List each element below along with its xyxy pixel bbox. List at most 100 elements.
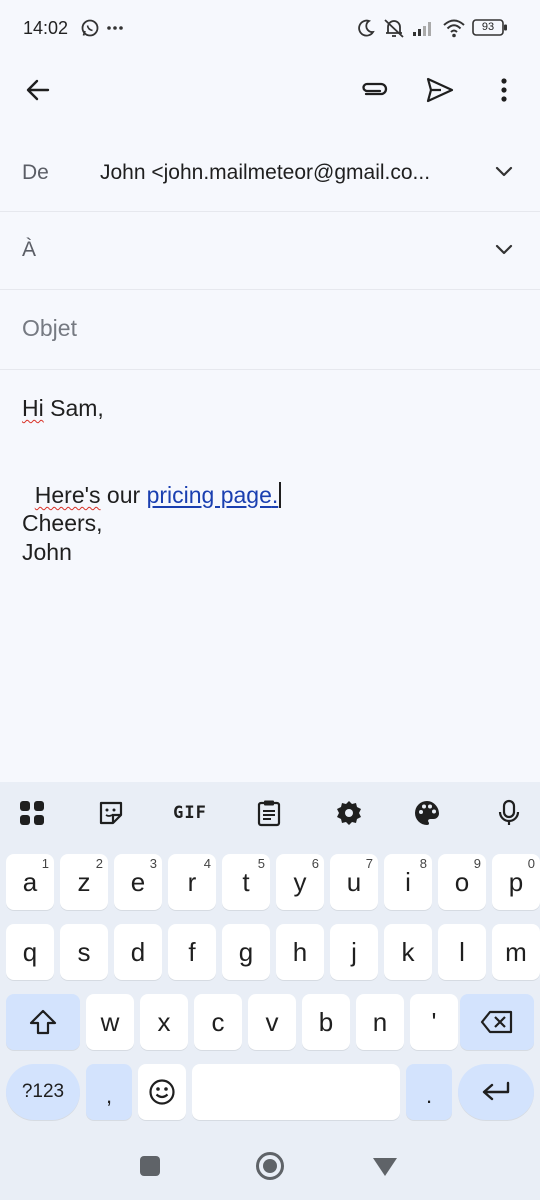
key-o[interactable]: o9 [438,854,486,910]
whatsapp-icon [80,18,100,43]
more-options-button[interactable] [480,66,528,114]
key-hint: 7 [365,856,373,871]
key-u[interactable]: u7 [330,854,378,910]
key-j[interactable]: j [330,924,378,980]
status-bar: 14:02 93 [0,0,540,58]
key-x[interactable]: x [140,994,188,1050]
recents-button[interactable] [140,1156,160,1176]
key-k[interactable]: k [384,924,432,980]
line2-mid: our [100,482,147,508]
space-bar[interactable] [192,1064,400,1120]
key-hint: 9 [473,856,481,871]
key-r[interactable]: r4 [168,854,216,910]
from-chevron-down-icon[interactable] [492,160,516,184]
key-label: y [293,866,307,897]
emoji-icon [149,1079,175,1105]
to-label: À [22,238,37,261]
key-c[interactable]: c [194,994,242,1050]
body-line-pricing[interactable]: Here's our pricing page. [22,452,282,510]
subject-field[interactable] [0,290,540,370]
key-hint: 0 [527,856,535,871]
key-g[interactable]: g [222,924,270,980]
comma-key[interactable]: , [86,1064,132,1120]
key-p[interactable]: p0 [492,854,540,910]
key-m[interactable]: m [492,924,540,980]
key-hint: 3 [149,856,157,871]
key-hint: 8 [419,856,427,871]
enter-icon [482,1081,510,1101]
key-y[interactable]: y6 [276,854,324,910]
key-i[interactable]: i8 [384,854,432,910]
from-value[interactable]: John <john.mailmeteor@gmail.co... [100,161,460,185]
key-hint: 1 [41,856,49,871]
key-hint: 6 [311,856,319,871]
link-period: . [271,482,279,508]
back-button[interactable] [14,66,62,114]
key-d[interactable]: d [114,924,162,980]
body-signature[interactable]: John [22,538,72,567]
emoji-key[interactable] [138,1064,186,1120]
period-label: . [425,1083,433,1108]
battery-level: 93 [481,21,495,33]
wifi-icon [442,17,466,44]
key-label: t [242,866,250,897]
key-label: u [346,866,362,897]
home-button[interactable] [256,1152,284,1180]
back-nav-button[interactable] [372,1156,398,1178]
key-hint: 5 [257,856,265,871]
backspace-key[interactable] [460,994,534,1050]
body-closing[interactable]: Cheers, [22,509,103,538]
key-h[interactable]: h [276,924,324,980]
key-s[interactable]: s [60,924,108,980]
key-label: o [454,866,470,897]
key-z[interactable]: z2 [60,854,108,910]
gif-icon[interactable]: GIF [170,798,210,828]
key-v[interactable]: v [248,994,296,1050]
top-app-bar [0,58,540,128]
period-key[interactable]: . [406,1064,452,1120]
attach-button[interactable] [350,66,398,114]
body-line-greeting[interactable]: Hi Sam, [22,394,104,423]
sticker-icon[interactable] [96,798,126,828]
key-w[interactable]: w [86,994,134,1050]
symbols-key[interactable]: ?123 [6,1064,80,1120]
greeting-rest: Sam, [43,395,104,421]
key-label: i [405,866,411,897]
shift-icon [29,1009,57,1035]
spellcheck-word: Hi [22,395,44,421]
moon-icon [356,18,376,43]
key-label: p [508,866,524,897]
key-q[interactable]: q [6,924,54,980]
key-f[interactable]: f [168,924,216,980]
enter-key[interactable] [458,1064,534,1120]
apps-grid-icon[interactable] [17,798,47,828]
settings-icon[interactable] [334,798,364,828]
key-label: e [130,866,146,897]
subject-placeholder: Objet [22,315,77,341]
paperclip-icon [362,82,388,96]
key-a[interactable]: a1 [6,854,54,910]
key-t[interactable]: t5 [222,854,270,910]
key-n[interactable]: n [356,994,404,1050]
clipboard-icon[interactable] [254,798,284,828]
comma-label: , [105,1083,113,1108]
key-e[interactable]: e3 [114,854,162,910]
to-chevron-down-icon[interactable] [492,238,516,262]
key-b[interactable]: b [302,994,350,1050]
to-row[interactable] [0,212,540,290]
home-dot [263,1159,277,1173]
status-time: 14:02 [23,18,69,38]
send-button[interactable] [416,66,464,114]
mic-icon[interactable] [494,798,524,828]
palette-icon[interactable] [412,798,442,828]
pricing-page-link[interactable]: pricing page [147,482,272,508]
key-label: a [22,866,38,897]
key-apostrophe[interactable]: ' [410,994,458,1050]
shift-key[interactable] [6,994,80,1050]
muted-bell-icon [382,17,406,44]
keyboard-toolbar: GIF [0,782,540,844]
soft-keyboard: GIF a1z2e3r4t5y6u7i8o9p0 qsdfghjklm wxcv… [0,782,540,1140]
text-cursor [279,482,282,508]
key-l[interactable]: l [438,924,486,980]
signal-icon [412,19,436,42]
